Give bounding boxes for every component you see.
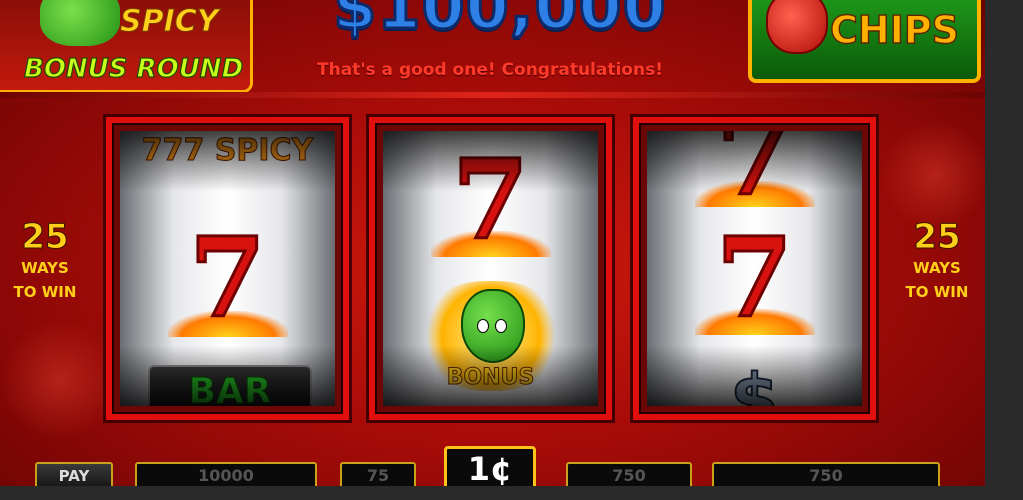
ways-to-win-left: 25 WAYS TO WIN xyxy=(0,218,90,304)
reel-1: 777 SPICY 7 BAR xyxy=(106,117,349,420)
symbol-seven: 7 xyxy=(715,131,795,220)
slot-machine-screen: SPICY BONUS ROUND $100,000 That's a good… xyxy=(0,0,985,486)
chili-face-decoration xyxy=(0,320,120,440)
badge-spicy-text: SPICY xyxy=(120,4,219,40)
reel-window: 7 BONUS xyxy=(383,131,598,406)
symbol-777-spicy: 777 SPICY xyxy=(141,133,314,168)
bet-amount-display: 750 xyxy=(566,462,692,486)
ways-to-win-right: 25 WAYS TO WIN xyxy=(892,218,982,304)
spicy-bonus-round-badge: SPICY BONUS ROUND xyxy=(0,0,253,93)
symbol-seven: 7 xyxy=(188,213,268,342)
reel-window: 777 SPICY 7 BAR xyxy=(120,131,335,406)
badge-bonus-round-text: BONUS ROUND xyxy=(23,53,244,84)
reel-2: 7 BONUS xyxy=(369,117,612,420)
ways-label: WAYS xyxy=(21,259,69,277)
chili-face-decoration xyxy=(880,120,985,230)
bonus-label: BONUS xyxy=(446,365,535,391)
reel-window: 7 7 $ xyxy=(647,131,862,406)
symbol-seven: 7 xyxy=(715,213,795,342)
badge-chips-text: CHIPS xyxy=(829,7,960,52)
win-display: 750 xyxy=(712,462,940,486)
green-pepper-icon xyxy=(460,289,525,363)
win-message: That's a good one! Congratulations! xyxy=(317,60,663,80)
symbol-bar: BAR xyxy=(148,365,312,406)
denomination-button[interactable]: 1¢ xyxy=(444,446,536,486)
symbol-dollar: $ xyxy=(729,358,780,406)
bet-display: 75 xyxy=(340,462,416,486)
symbol-seven: 7 xyxy=(451,135,531,264)
chili-chips-badge: CHIPS xyxy=(748,0,981,83)
credits-display: 10000 xyxy=(135,462,317,486)
ways-number: 25 xyxy=(21,217,69,257)
ways-label: TO WIN xyxy=(13,283,77,301)
ways-label: WAYS xyxy=(913,259,961,277)
ways-label: TO WIN xyxy=(905,283,969,301)
green-pepper-icon xyxy=(40,0,120,46)
reel-3: 7 7 $ xyxy=(633,117,876,420)
symbol-bonus: BONUS xyxy=(420,281,561,401)
pay-table-button[interactable]: PAY xyxy=(35,462,113,486)
ways-number: 25 xyxy=(913,217,961,257)
jackpot-amount: $100,000 xyxy=(332,0,668,45)
header-divider xyxy=(0,92,985,98)
red-pepper-icon xyxy=(766,0,828,54)
